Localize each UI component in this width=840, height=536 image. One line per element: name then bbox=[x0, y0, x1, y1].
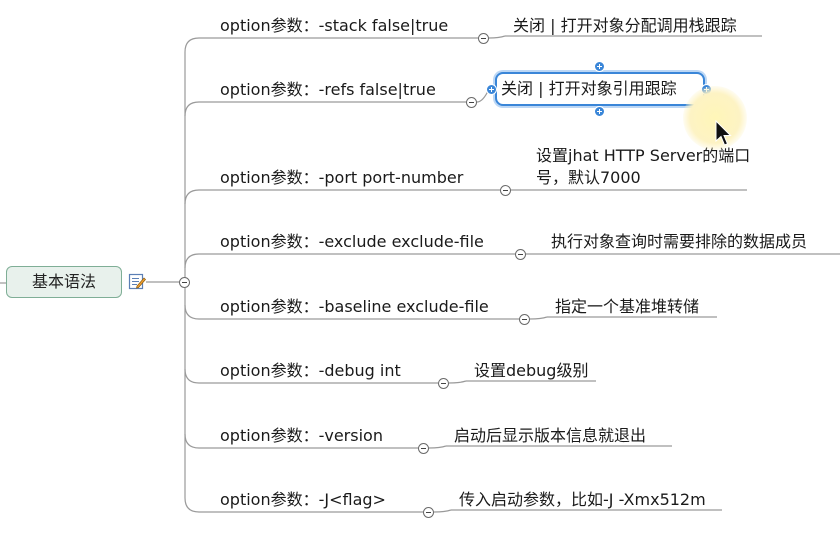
mouse-cursor-icon bbox=[715, 120, 732, 146]
add-topic-handle-icon[interactable] bbox=[594, 106, 605, 117]
branch-curve bbox=[184, 253, 200, 269]
branch-topic[interactable]: option参数：-baseline exclude-file bbox=[220, 297, 489, 317]
branch-collapse-toggle[interactable] bbox=[515, 249, 526, 260]
branch-collapse-toggle[interactable] bbox=[418, 443, 429, 454]
add-topic-handle-icon[interactable] bbox=[486, 84, 497, 95]
detail-topic[interactable]: 传入启动参数，比如-J -Xmx512m bbox=[459, 490, 706, 510]
detail-topic[interactable]: 启动后显示版本信息就退出 bbox=[454, 426, 646, 446]
branch-collapse-toggle[interactable] bbox=[466, 97, 477, 108]
branch-curve bbox=[184, 189, 200, 205]
branch-collapse-toggle[interactable] bbox=[478, 33, 489, 44]
detail-connector bbox=[428, 445, 447, 449]
detail-topic[interactable]: 关闭 | 打开对象分配调用栈跟踪 bbox=[513, 16, 737, 36]
root-topic[interactable]: 基本语法 bbox=[6, 266, 122, 298]
add-topic-handle-icon[interactable] bbox=[594, 61, 605, 72]
branch-topic[interactable]: option参数：-debug int bbox=[220, 361, 401, 381]
branch-topic[interactable]: option参数：-refs false|true bbox=[220, 80, 436, 100]
branch-topic[interactable]: option参数：-port port-number bbox=[220, 168, 463, 188]
spine-bottom bbox=[184, 288, 200, 513]
branch-topic[interactable]: option参数：-version bbox=[220, 426, 383, 446]
branch-collapse-toggle[interactable] bbox=[500, 185, 511, 196]
detail-connector bbox=[448, 380, 467, 384]
detail-topic-selected[interactable]: 关闭 | 打开对象引用跟踪 bbox=[501, 79, 677, 99]
detail-connector bbox=[529, 316, 548, 320]
branch-curve bbox=[184, 433, 200, 449]
spine-top bbox=[184, 37, 200, 282]
detail-topic[interactable]: 指定一个基准堆转储 bbox=[555, 297, 699, 317]
branch-collapse-toggle[interactable] bbox=[519, 314, 530, 325]
branch-collapse-toggle[interactable] bbox=[438, 378, 449, 389]
branch-collapse-toggle[interactable] bbox=[423, 507, 434, 518]
detail-connector bbox=[488, 35, 506, 39]
detail-connector bbox=[433, 509, 452, 513]
note-edit-icon[interactable] bbox=[128, 272, 146, 290]
branch-curve bbox=[184, 101, 200, 117]
branch-curve bbox=[184, 368, 200, 384]
branch-topic[interactable]: option参数：-J<flag> bbox=[220, 490, 386, 510]
branch-curve bbox=[184, 304, 200, 320]
detail-topic[interactable]: 执行对象查询时需要排除的数据成员 bbox=[551, 232, 807, 252]
branch-topic[interactable]: option参数：-exclude exclude-file bbox=[220, 232, 484, 252]
detail-topic[interactable]: 设置jhat HTTP Server的端口号，默认7000 bbox=[536, 145, 751, 189]
detail-topic[interactable]: 设置debug级别 bbox=[474, 361, 588, 381]
branch-topic[interactable]: option参数：-stack false|true bbox=[220, 16, 448, 36]
root-collapse-toggle[interactable] bbox=[179, 277, 190, 288]
